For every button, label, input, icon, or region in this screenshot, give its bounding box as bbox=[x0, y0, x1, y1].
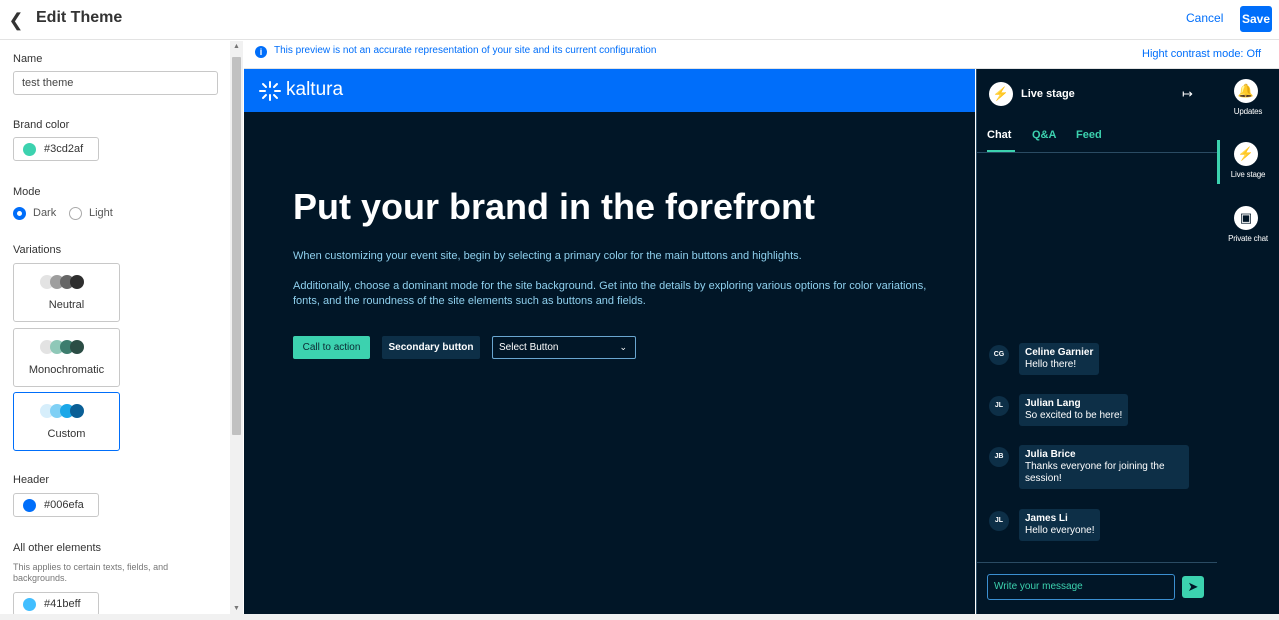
other-color-value: #41beff bbox=[44, 598, 81, 610]
scroll-thumb[interactable] bbox=[232, 57, 241, 435]
swatch bbox=[70, 404, 84, 418]
lightning-icon: ⚡ bbox=[1234, 142, 1258, 166]
swatch bbox=[70, 340, 84, 354]
swatch bbox=[70, 275, 84, 289]
chat-message-input[interactable]: Write your message bbox=[987, 574, 1175, 600]
message-text: Hello everyone! bbox=[1025, 525, 1095, 536]
brand-color-label: Brand color bbox=[13, 119, 70, 131]
rail-item-label: Updates bbox=[1233, 107, 1263, 116]
chat-message: James Li Hello everyone! bbox=[1019, 509, 1101, 541]
rail-item-label: Live stage bbox=[1230, 170, 1266, 179]
avatar: JL bbox=[989, 396, 1009, 416]
select-dropdown[interactable]: Select Button ⌄ bbox=[492, 336, 636, 359]
mode-light-radio[interactable] bbox=[69, 207, 82, 220]
send-icon[interactable]: ➤ bbox=[1182, 576, 1204, 598]
cancel-button[interactable]: Cancel bbox=[1186, 11, 1223, 25]
variation-monochromatic[interactable]: Monochromatic bbox=[13, 328, 120, 387]
mode-dark-label: Dark bbox=[33, 207, 57, 219]
compose-divider bbox=[977, 562, 1217, 563]
avatar: CG bbox=[989, 345, 1009, 365]
tab-divider bbox=[977, 152, 1217, 153]
hero-paragraph-1: When customizing your event site, begin … bbox=[293, 250, 802, 262]
avatar: JB bbox=[989, 447, 1009, 467]
header-color-field[interactable]: #006efa bbox=[13, 493, 99, 517]
preview-notice-bar: i This preview is not an accurate repres… bbox=[244, 41, 1279, 69]
other-color-swatch bbox=[23, 598, 36, 611]
horizontal-scrollbar[interactable] bbox=[0, 614, 1279, 620]
hero-paragraph-2: Additionally, choose a dominant mode for… bbox=[293, 280, 927, 307]
other-elements-hint: This applies to certain texts, fields, a… bbox=[13, 562, 169, 583]
variation-monochromatic-label: Monochromatic bbox=[28, 364, 105, 376]
mode-light-label: Light bbox=[89, 207, 113, 219]
select-dropdown-label: Select Button bbox=[499, 342, 559, 353]
top-bar: ❮ Edit Theme Cancel Save bbox=[0, 0, 1279, 40]
variation-custom-label: Custom bbox=[47, 428, 86, 440]
brand-color-value: #3cd2af bbox=[44, 143, 84, 155]
chat-message: Celine Garnier Hello there! bbox=[1019, 343, 1100, 375]
back-arrow-icon[interactable]: ❮ bbox=[4, 8, 28, 32]
tab-qa[interactable]: Q&A bbox=[1032, 129, 1056, 141]
other-elements-label: All other elements bbox=[13, 542, 102, 554]
live-stage-panel: ⚡ Live stage ↦ Chat Q&A Feed CG Celine G… bbox=[976, 69, 1217, 614]
save-button[interactable]: Save bbox=[1240, 6, 1272, 32]
bell-icon: 🔔 bbox=[1234, 79, 1258, 103]
variation-neutral[interactable]: Neutral bbox=[13, 263, 120, 322]
header-label: Header bbox=[13, 474, 50, 486]
brand-color-swatch bbox=[23, 143, 36, 156]
header-color-swatch bbox=[23, 499, 36, 512]
tab-chat[interactable]: Chat bbox=[987, 129, 1011, 141]
message-text: Hello there! bbox=[1025, 359, 1077, 370]
lightning-icon: ⚡ bbox=[989, 82, 1013, 106]
chat-message: Julian Lang So excited to be here! bbox=[1019, 394, 1129, 426]
message-text: So excited to be here! bbox=[1025, 410, 1123, 421]
high-contrast-toggle[interactable]: Hight contrast mode: Off bbox=[1142, 48, 1261, 60]
scroll-up-arrow-icon[interactable]: ▲ bbox=[233, 43, 240, 50]
call-to-action-button[interactable]: Call to action bbox=[293, 336, 370, 359]
variation-neutral-label: Neutral bbox=[48, 299, 85, 311]
name-label: Name bbox=[13, 53, 43, 65]
scroll-down-arrow-icon[interactable]: ▼ bbox=[233, 605, 240, 612]
message-author: Celine Garnier bbox=[1025, 347, 1094, 358]
hero-headline: Put your brand in the forefront bbox=[293, 186, 815, 227]
variation-custom[interactable]: Custom bbox=[13, 392, 120, 451]
chat-message: Julia Brice Thanks everyone for joining … bbox=[1019, 445, 1189, 489]
message-author: Julian Lang bbox=[1025, 398, 1081, 409]
rail-item-updates[interactable]: 🔔 Updates bbox=[1217, 71, 1279, 123]
avatar: JL bbox=[989, 511, 1009, 531]
mode-label: Mode bbox=[13, 186, 41, 198]
rail-item-live-stage[interactable]: ⚡ Live stage bbox=[1217, 134, 1279, 186]
collapse-panel-icon[interactable]: ↦ bbox=[1182, 86, 1193, 102]
message-author: James Li bbox=[1025, 513, 1068, 524]
theme-settings-panel: Name test theme Brand color #3cd2af Mode… bbox=[0, 41, 243, 614]
mode-dark-radio[interactable] bbox=[13, 207, 26, 220]
tab-feed[interactable]: Feed bbox=[1076, 129, 1102, 141]
site-preview: kaltura Put your brand in the forefront … bbox=[244, 69, 975, 614]
kaltura-logo-icon bbox=[257, 79, 283, 103]
secondary-button[interactable]: Secondary button bbox=[382, 336, 480, 359]
logo-text: kaltura bbox=[286, 79, 344, 100]
page-title: Edit Theme bbox=[36, 9, 123, 26]
rail-item-label: Private chat bbox=[1228, 234, 1268, 243]
live-stage-title: Live stage bbox=[1021, 88, 1075, 100]
info-icon: i bbox=[255, 46, 267, 58]
message-author: Julia Brice bbox=[1025, 449, 1076, 460]
variations-label: Variations bbox=[13, 244, 62, 256]
other-color-field[interactable]: #41beff bbox=[13, 592, 99, 614]
right-rail: 🔔 Updates ⚡ Live stage ▣ Private chat bbox=[1217, 69, 1279, 614]
brand-color-field[interactable]: #3cd2af bbox=[13, 137, 99, 161]
preview-header: kaltura bbox=[244, 69, 975, 112]
header-color-value: #006efa bbox=[44, 499, 84, 511]
chat-icon: ▣ bbox=[1234, 206, 1258, 230]
chevron-down-icon: ⌄ bbox=[619, 342, 627, 352]
message-text: Thanks everyone for joining the session! bbox=[1025, 461, 1165, 484]
settings-scrollbar[interactable]: ▲ ▼ bbox=[230, 41, 243, 614]
preview-notice-text: This preview is not an accurate represen… bbox=[274, 45, 657, 56]
name-input[interactable]: test theme bbox=[13, 71, 218, 95]
rail-item-private-chat[interactable]: ▣ Private chat bbox=[1217, 198, 1279, 250]
